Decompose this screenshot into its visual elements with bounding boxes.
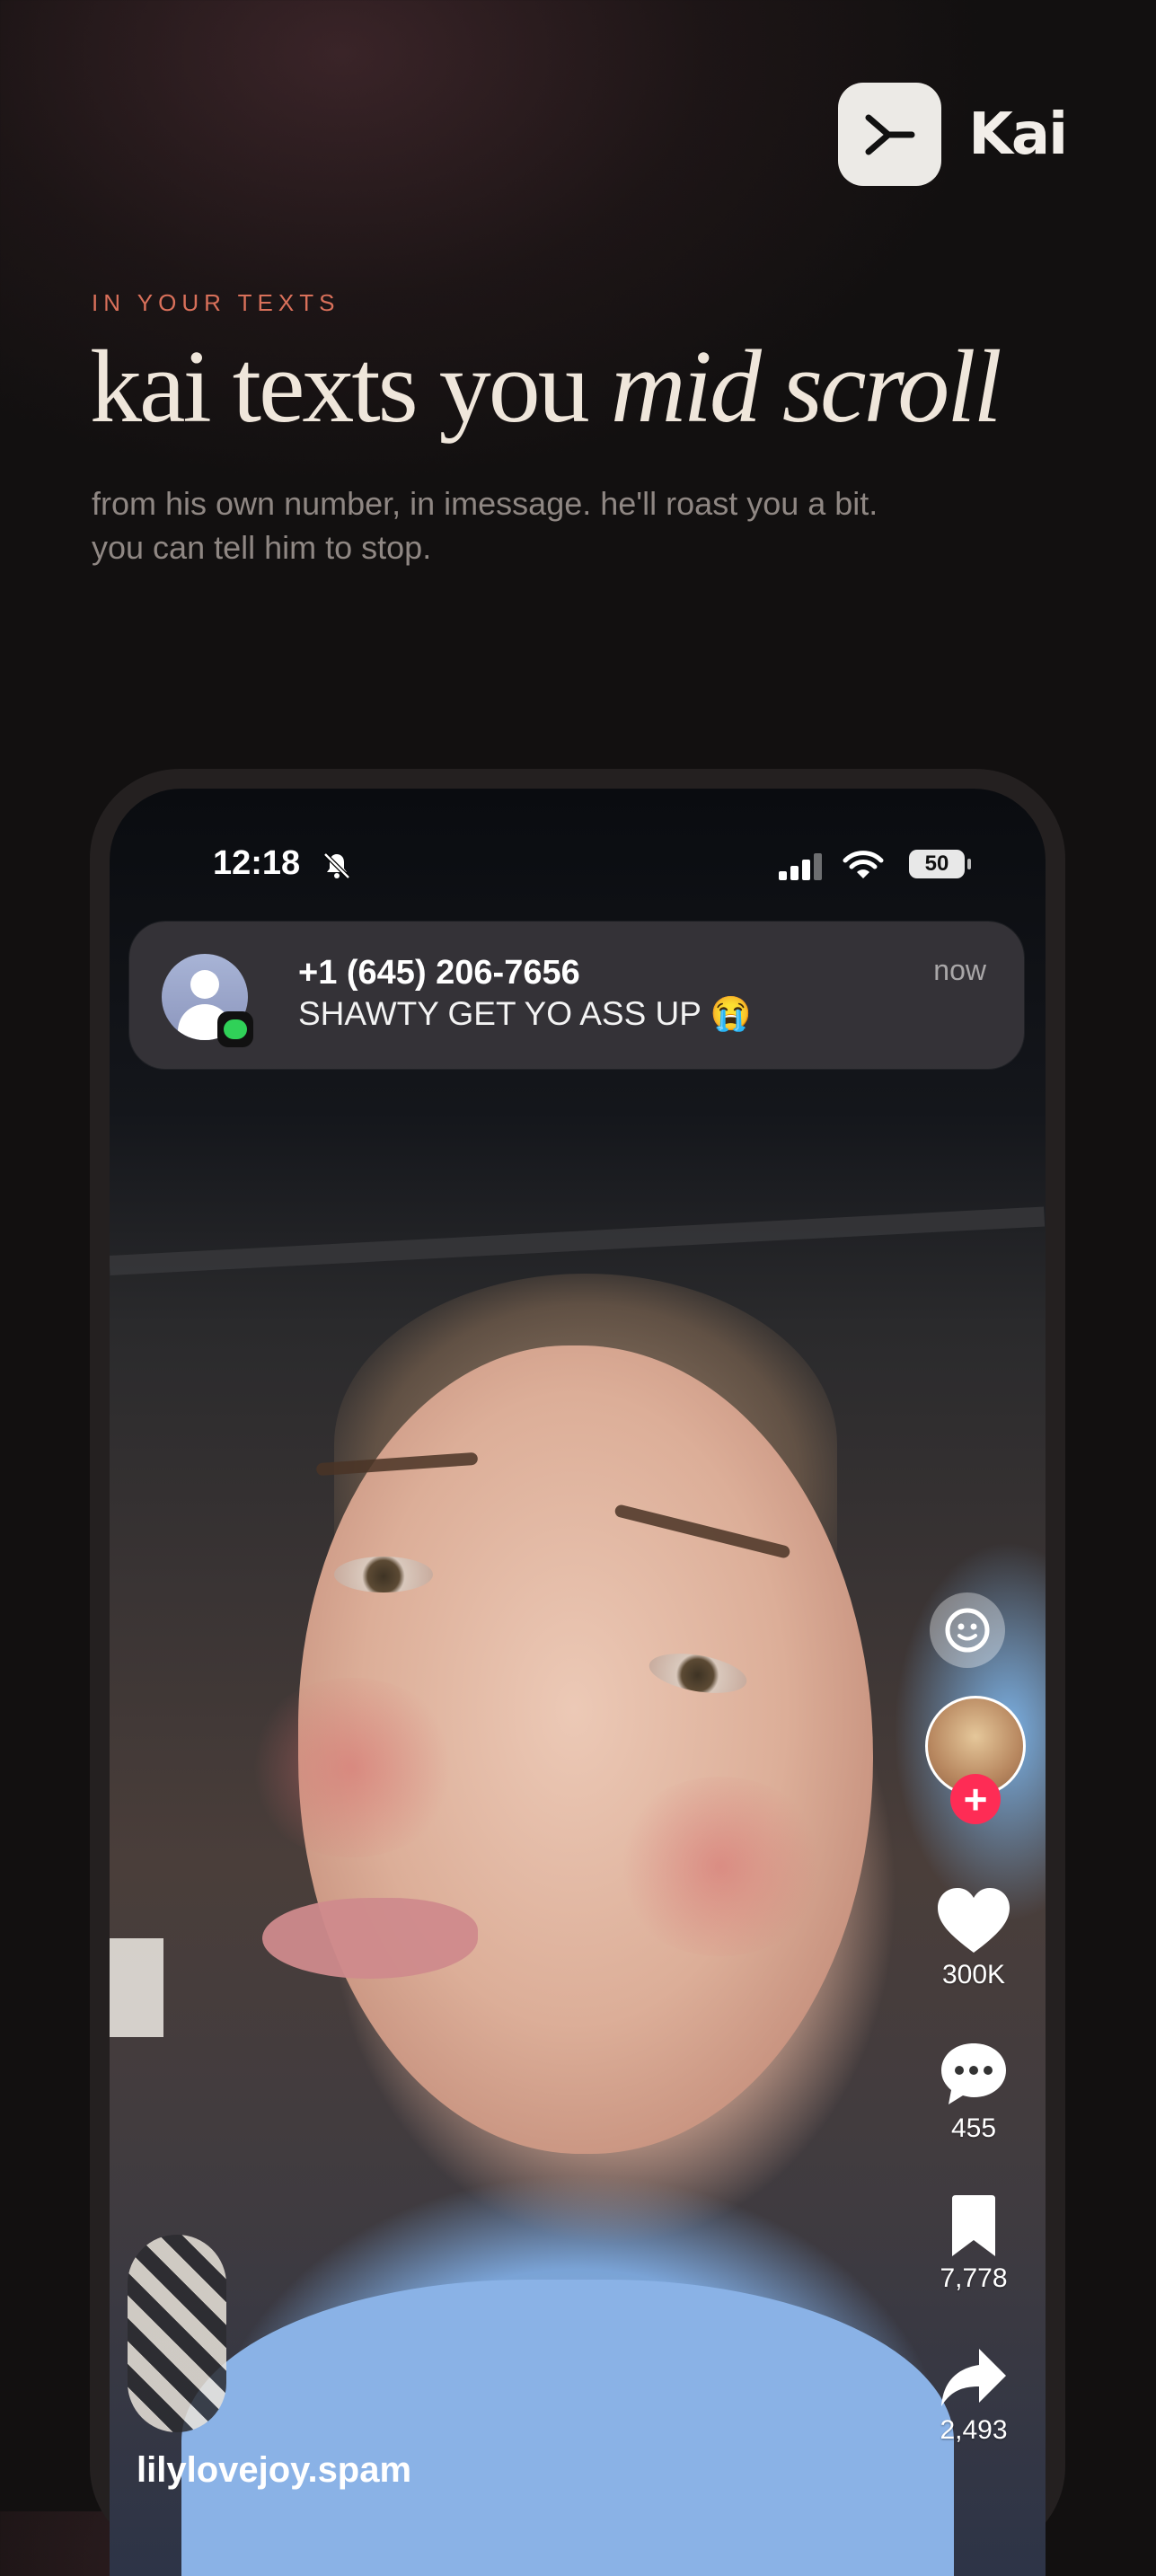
cheek-left xyxy=(244,1678,460,1857)
cheek-right xyxy=(613,1777,828,1956)
eye-left xyxy=(334,1557,433,1592)
like-count: 300K xyxy=(941,1960,1006,1989)
notification-sender: +1 (645) 206-7656 xyxy=(298,954,580,992)
car-ceiling xyxy=(110,1206,1046,1275)
cellular-signal-icon xyxy=(779,853,825,885)
imessage-icon xyxy=(217,1011,253,1047)
phone-mockup: 12:18 50 +1 (645) 206-7656 SHAWTY GET YO… xyxy=(90,769,1065,2576)
bookmark-button[interactable]: 7,778 xyxy=(920,2193,1028,2294)
page-title: kai texts you mid scroll xyxy=(90,330,1002,446)
headline-plain: kai texts you xyxy=(90,330,611,445)
share-arrow-icon xyxy=(941,2349,1006,2406)
window-light xyxy=(110,1938,163,2037)
bookmark-icon xyxy=(952,2195,995,2256)
share-button[interactable]: 2,493 xyxy=(920,2347,1028,2446)
scarf xyxy=(128,2235,226,2432)
hero-subtext: from his own number, in imessage. he'll … xyxy=(92,485,878,566)
status-time: 12:18 xyxy=(213,844,301,882)
share-count: 2,493 xyxy=(940,2415,1008,2445)
section-eyebrow: IN YOUR TEXTS xyxy=(92,289,340,316)
battery-icon: 50 xyxy=(909,850,971,878)
brand: Kai xyxy=(838,83,1068,186)
notification-time: now xyxy=(933,954,986,986)
comment-icon xyxy=(941,2043,1006,2104)
bookmark-count: 7,778 xyxy=(940,2263,1008,2293)
lips xyxy=(262,1898,478,1979)
comment-count: 455 xyxy=(950,2113,997,2143)
comment-button[interactable]: 455 xyxy=(920,2040,1028,2144)
heart-icon xyxy=(938,1888,1010,1953)
shirt xyxy=(181,2280,954,2576)
prompt-chevron-icon xyxy=(838,83,942,186)
status-bar: 12:18 50 xyxy=(110,844,1046,889)
notification-message: SHAWTY GET YO ASS UP 😭 xyxy=(298,995,752,1032)
wifi-icon xyxy=(843,850,884,885)
video-username[interactable]: lilylovejoy.spam xyxy=(137,2450,411,2491)
brand-name: Kai xyxy=(968,101,1068,168)
phone-screen: 12:18 50 +1 (645) 206-7656 SHAWTY GET YO… xyxy=(110,789,1046,2576)
headline-italic: mid scroll xyxy=(610,330,1002,445)
effect-face-icon[interactable] xyxy=(930,1592,1005,1668)
follow-button[interactable]: + xyxy=(950,1774,1001,1824)
imessage-notification[interactable]: +1 (645) 206-7656 SHAWTY GET YO ASS UP 😭… xyxy=(129,922,1024,1069)
bell-slash-icon xyxy=(321,850,353,887)
like-button[interactable]: 300K xyxy=(920,1886,1028,1990)
